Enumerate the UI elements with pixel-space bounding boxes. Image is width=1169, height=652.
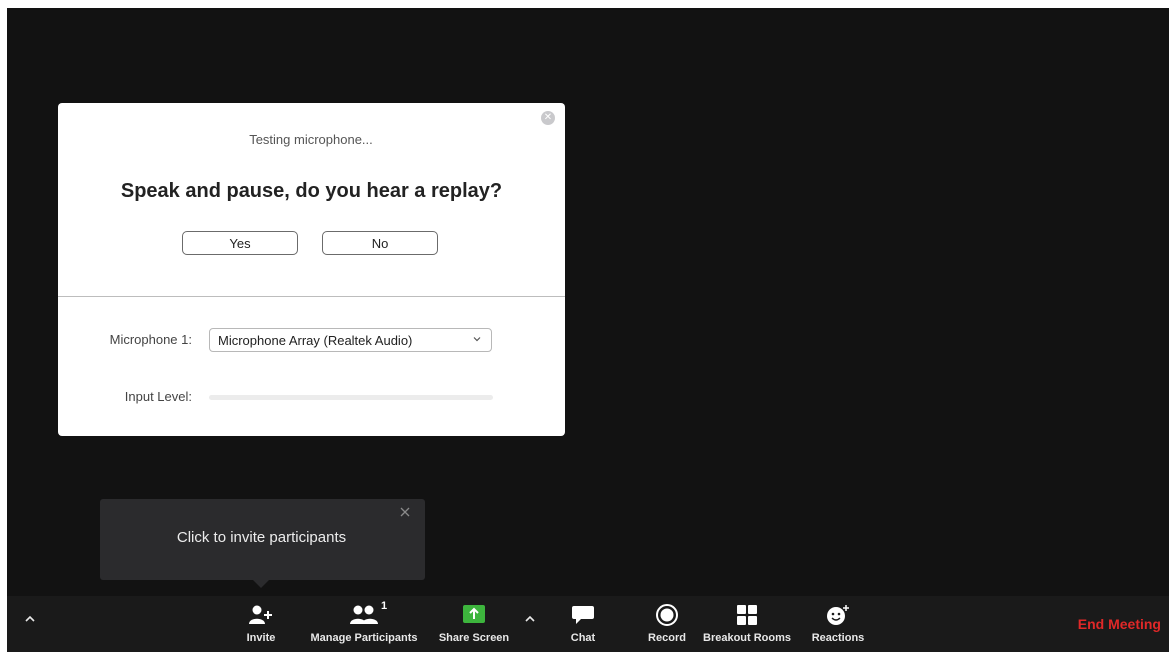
- participant-count-badge: 1: [381, 600, 388, 612]
- breakout-rooms-icon: [737, 605, 757, 625]
- share-screen-label: Share Screen: [438, 632, 510, 644]
- dialog-close-icon[interactable]: ✕: [541, 111, 555, 125]
- chat-label: Chat: [570, 632, 596, 644]
- tooltip-text: Click to invite participants: [176, 529, 347, 546]
- reactions-button[interactable]: Reactions: [810, 596, 866, 652]
- input-level-label: Input Level:: [124, 389, 192, 404]
- microphone-test-dialog: ✕ Testing microphone... Speak and pause,…: [58, 103, 565, 436]
- share-screen-icon: [463, 605, 485, 623]
- add-reaction-icon: [827, 605, 849, 625]
- chevron-down-icon: [473, 337, 481, 342]
- tooltip-arrow: [253, 580, 269, 588]
- microphone-select-value: Microphone Array (Realtek Audio): [218, 333, 413, 348]
- video-area: ✕ Testing microphone... Speak and pause,…: [7, 8, 1169, 596]
- invite-tooltip: Click to invite participants: [100, 499, 425, 588]
- chat-button[interactable]: Chat: [563, 596, 603, 652]
- invite-button[interactable]: Invite: [238, 596, 284, 652]
- manage-participants-label: Manage Participants: [310, 632, 418, 644]
- no-button[interactable]: No: [322, 231, 438, 255]
- invite-label: Invite: [246, 632, 276, 644]
- meeting-toolbar: Invite 1 Manage Participants Share Scree…: [7, 596, 1169, 652]
- reactions-label: Reactions: [811, 632, 865, 644]
- microphone-label: Microphone 1:: [109, 332, 192, 347]
- participants-icon: [350, 605, 378, 624]
- chevron-up-icon[interactable]: [23, 612, 37, 626]
- microphone-select[interactable]: Microphone Array (Realtek Audio): [209, 328, 492, 352]
- dialog-divider: [58, 296, 565, 297]
- record-icon: [656, 604, 678, 626]
- end-meeting-button[interactable]: End Meeting: [1078, 616, 1161, 632]
- share-screen-button[interactable]: Share Screen: [434, 596, 514, 652]
- breakout-rooms-button[interactable]: Breakout Rooms: [703, 596, 791, 652]
- manage-participants-button[interactable]: 1 Manage Participants: [303, 596, 425, 652]
- record-button[interactable]: Record: [642, 596, 692, 652]
- breakout-rooms-label: Breakout Rooms: [703, 632, 792, 644]
- record-label: Record: [648, 632, 686, 644]
- zoom-meeting-window: ✕ Testing microphone... Speak and pause,…: [0, 0, 1169, 652]
- chevron-up-icon[interactable]: [523, 612, 537, 626]
- close-icon[interactable]: [398, 505, 412, 519]
- replay-question-heading: Speak and pause, do you hear a replay?: [120, 180, 503, 202]
- testing-status-text: Testing microphone...: [249, 132, 373, 147]
- yes-button[interactable]: Yes: [182, 231, 298, 255]
- input-level-meter: [209, 395, 493, 400]
- add-user-icon: [249, 605, 272, 624]
- chat-bubble-icon: [572, 606, 594, 624]
